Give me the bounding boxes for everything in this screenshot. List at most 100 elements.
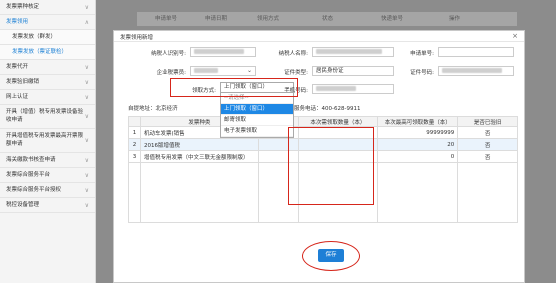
- table-row: 2 2016版增值税 20 否: [128, 138, 518, 151]
- dropdown-option[interactable]: 邮寄领取: [221, 115, 293, 126]
- chevron-down-icon: ∨: [84, 137, 89, 144]
- table-empty-area: [128, 162, 518, 223]
- redacted-value: [194, 49, 244, 54]
- sidebar-item-online-auth[interactable]: 网上认证 ∨: [0, 90, 95, 105]
- sidebar-item-label: 发票发放（群发）: [12, 34, 57, 40]
- sidebar-item-label: 网上认证: [6, 94, 29, 100]
- invoice-type-cell: 2016版增值税: [139, 138, 259, 151]
- close-icon[interactable]: ×: [512, 32, 518, 40]
- empty-cell: [257, 150, 299, 163]
- chevron-down-icon: ∨: [84, 94, 89, 101]
- chevron-down-icon: ∨: [84, 187, 89, 194]
- sidebar-item-label: 发票验旧缴销: [6, 79, 40, 85]
- taxpayer-name-label: 纳税人名称:: [278, 51, 308, 57]
- empty-cell: [457, 162, 518, 223]
- empty-cell: [297, 162, 379, 223]
- dropdown-option[interactable]: 电子发票领取: [221, 126, 293, 137]
- sidebar-item-invoice-agent[interactable]: 发票代开 ∨: [0, 60, 95, 75]
- id-type-field: 居民身份证: [312, 66, 394, 76]
- table-row: 3 增值税专用发票（中文三联无金额限制版） 0 否: [128, 150, 518, 163]
- save-button[interactable]: 保存: [318, 249, 344, 262]
- chevron-down-icon: ∨: [84, 64, 89, 71]
- sidebar-subitem-batch-issue[interactable]: 发票发放（群发）: [0, 30, 95, 45]
- chevron-down-icon: ∨: [84, 79, 89, 86]
- column-header: 本次最高可领取数量（本）: [377, 116, 459, 127]
- max-quantity-cell: 0: [377, 150, 459, 163]
- background-column-header: 申请单号: [155, 16, 178, 22]
- table-row: 1 机动车发票(销售 99999999 否: [128, 126, 518, 139]
- need-quantity-cell[interactable]: [297, 138, 379, 151]
- verified-cell: 否: [457, 138, 518, 151]
- chevron-down-icon: ∨: [84, 202, 89, 209]
- chevron-down-icon: ⌄: [246, 67, 252, 74]
- sidebar-item-customs-check[interactable]: 海关缴款书核查申请 ∨: [0, 153, 95, 168]
- id-no-label: 证件号码:: [410, 70, 434, 76]
- empty-cell: [128, 162, 141, 223]
- sidebar-item-invoice-apply[interactable]: 发票领用 ∧: [0, 15, 95, 30]
- apply-no-label: 申请单号:: [410, 51, 434, 57]
- divider: [114, 41, 524, 42]
- id-type-label: 证件类型:: [284, 70, 308, 76]
- id-no-field: [438, 66, 514, 76]
- taxpayer-id-field: [190, 47, 256, 57]
- sidebar-item-label: 开具（增值）税专用发票设备验收申请: [6, 109, 84, 123]
- chevron-down-icon: ∨: [84, 4, 89, 11]
- sidebar-item-label: 发票综合服务平台: [6, 172, 51, 178]
- empty-cell: [257, 138, 299, 151]
- redacted-value: [316, 49, 382, 54]
- sidebar-item-label: 发票发放（票证联检）: [12, 49, 68, 55]
- sidebar-item-limit-apply[interactable]: 开具增值税专用发票最高开票限额申请 ∨: [0, 129, 95, 153]
- column-header: [128, 116, 141, 127]
- invoice-type-cell: 增值税专用发票（中文三联无金额限制版）: [139, 150, 259, 163]
- sidebar-item-invoice-type[interactable]: 发票票种核定 ∨: [0, 0, 95, 15]
- pickup-address: 自提地址：北京经济: [128, 106, 178, 112]
- empty-cell: [139, 162, 259, 223]
- enterprise-field[interactable]: ⌄: [190, 66, 256, 76]
- chevron-down-icon: ∨: [84, 113, 89, 120]
- sidebar-subitem-joint-inspection[interactable]: 发票发放（票证联检）: [0, 45, 95, 60]
- verified-cell: 否: [457, 150, 518, 163]
- sidebar-item-label: 发票代开: [6, 64, 29, 70]
- column-header: 本次需领取数量（本）: [297, 116, 379, 127]
- sidebar-item-platform-auth[interactable]: 发票综合服务平台授权 ∨: [0, 183, 95, 198]
- sidebar-item-label: 发票票种核定: [6, 4, 40, 10]
- sidebar-item-label: 海关缴款书核查申请: [6, 157, 56, 163]
- phone-field[interactable]: [312, 84, 394, 94]
- sidebar-item-service-platform[interactable]: 发票综合服务平台 ∨: [0, 168, 95, 183]
- need-quantity-cell[interactable]: [297, 150, 379, 163]
- sidebar: 发票票种核定 ∨ 发票领用 ∧ 发票发放（群发） 发票发放（票证联检） 发票代开 ∨ …: [0, 0, 96, 283]
- row-number: 3: [128, 150, 141, 163]
- need-quantity-cell[interactable]: [297, 126, 379, 139]
- redacted-value: [316, 86, 356, 91]
- chevron-up-icon: ∧: [84, 19, 89, 26]
- sidebar-item-invoice-cancel[interactable]: 发票验旧缴销 ∨: [0, 75, 95, 90]
- verified-cell: 否: [457, 126, 518, 139]
- background-column-header: 申请日期: [205, 16, 228, 22]
- invoice-table: 发票种类 本次需领取数量（本） 本次最高可领取数量（本） 是否已验旧 1 机动车…: [128, 116, 518, 223]
- sidebar-item-device-acceptance[interactable]: 开具（增值）税专用发票设备验收申请 ∨: [0, 105, 95, 129]
- dropdown-option-selected[interactable]: 上门领取（窗口）: [221, 104, 293, 115]
- row-number: 2: [128, 138, 141, 151]
- sidebar-item-label: 发票综合服务平台授权: [6, 187, 62, 193]
- apply-no-field: [438, 47, 514, 57]
- column-header: 是否已验旧: [457, 116, 518, 127]
- background-column-header: 快递单号: [381, 16, 404, 22]
- redacted-value: [194, 68, 218, 73]
- background-column-header: 领用方式: [257, 16, 280, 22]
- sidebar-item-label: 发票领用: [6, 19, 29, 25]
- redacted-value: [442, 68, 502, 73]
- empty-cell: [377, 162, 459, 223]
- max-quantity-cell: 20: [377, 138, 459, 151]
- dropdown-option[interactable]: --请选择--: [221, 93, 293, 104]
- row-number: 1: [128, 126, 141, 139]
- taxpayer-id-label: 纳税人识别号:: [151, 51, 186, 57]
- chevron-down-icon: ∨: [84, 157, 89, 164]
- enterprise-label: 企业税票员:: [156, 70, 186, 76]
- modal-title: 发票领用新增: [120, 35, 154, 41]
- background-column-header: 操作: [449, 16, 461, 22]
- pickup-method-dropdown: --请选择-- 上门领取（窗口） 邮寄领取 电子发票领取: [220, 92, 294, 138]
- sidebar-item-label: 开具增值税专用发票最高开票限额申请: [6, 133, 84, 147]
- sidebar-item-device-manage[interactable]: 税控设备管理 ∨: [0, 198, 95, 213]
- invoice-apply-modal: 发票领用新增 × 纳税人识别号: 纳税人名称: 申请单号: 企业税票员: ⌄ 证…: [113, 30, 525, 283]
- taxpayer-name-field: [312, 47, 394, 57]
